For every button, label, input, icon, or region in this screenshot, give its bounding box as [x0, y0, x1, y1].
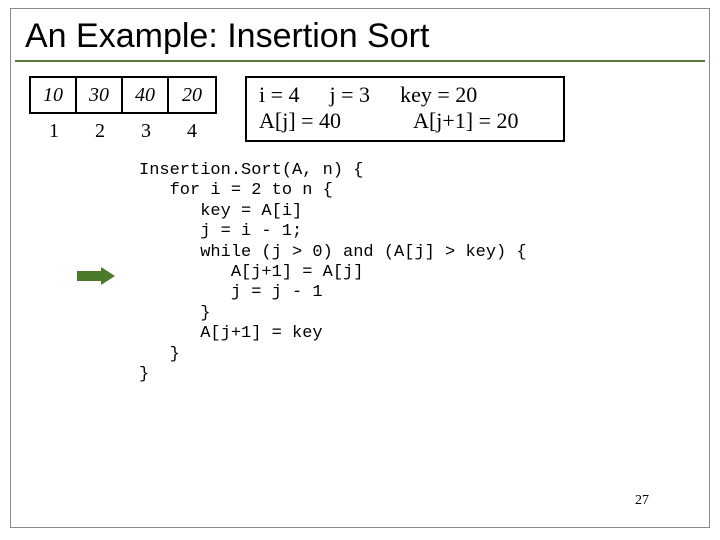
state-line-1: i = 4 j = 3 key = 20 [259, 82, 551, 108]
state-aj1: A[j+1] = 20 [413, 108, 518, 134]
array-index: 1 [31, 120, 77, 143]
array-block: 10 30 40 20 1 2 3 4 [29, 76, 217, 143]
top-row: 10 30 40 20 1 2 3 4 i = 4 j = 3 key = 20 [29, 76, 691, 143]
state-line-2: A[j] = 40 A[j+1] = 20 [259, 108, 551, 134]
arrow-icon [77, 267, 117, 285]
slide-frame: An Example: Insertion Sort 10 30 40 20 1… [10, 8, 710, 528]
array-indices: 1 2 3 4 [31, 120, 215, 143]
array-cell: 30 [77, 78, 123, 112]
state-aj: A[j] = 40 [259, 108, 341, 134]
page-number: 27 [635, 493, 649, 509]
state-key: key = 20 [400, 82, 477, 108]
slide-title: An Example: Insertion Sort [11, 9, 709, 60]
state-j: j = 3 [330, 82, 371, 108]
array-cell: 40 [123, 78, 169, 112]
array-cell: 20 [169, 78, 215, 112]
array-index: 2 [77, 120, 123, 143]
array-cells: 10 30 40 20 [29, 76, 217, 114]
state-box: i = 4 j = 3 key = 20 A[j] = 40 A[j+1] = … [245, 76, 565, 142]
array-cell: 10 [31, 78, 77, 112]
state-i: i = 4 [259, 82, 300, 108]
array-index: 4 [169, 120, 215, 143]
array-index: 3 [123, 120, 169, 143]
code-block: Insertion.Sort(A, n) { for i = 2 to n { … [139, 161, 691, 385]
slide-content: 10 30 40 20 1 2 3 4 i = 4 j = 3 key = 20 [11, 62, 709, 385]
